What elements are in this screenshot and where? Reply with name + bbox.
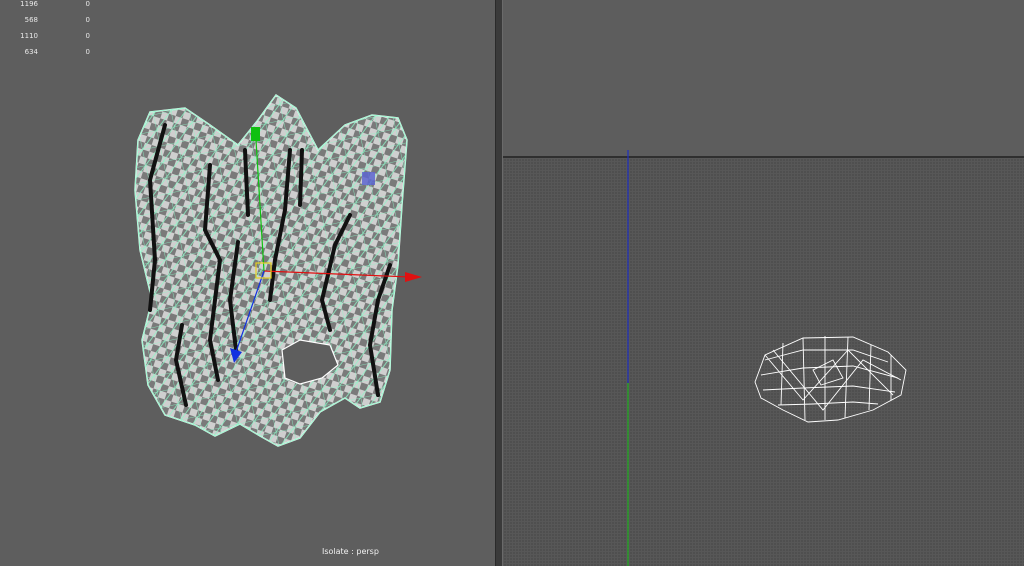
isolate-label: Isolate : persp — [322, 547, 379, 556]
panel-splitter[interactable] — [495, 0, 503, 566]
wireframe-object[interactable] — [754, 336, 907, 423]
secondary-viewport[interactable] — [503, 0, 1024, 566]
perspective-viewport[interactable]: 1196 0 568 0 1110 0 634 0 Isolate: pers… — [0, 0, 495, 566]
mesh-model[interactable] — [0, 0, 495, 566]
x-axis-arrow-icon[interactable] — [405, 272, 422, 282]
secondary-scene[interactable] — [503, 0, 1024, 566]
y-axis-arrow-icon[interactable] — [251, 127, 260, 141]
plane-handle[interactable] — [362, 172, 375, 185]
